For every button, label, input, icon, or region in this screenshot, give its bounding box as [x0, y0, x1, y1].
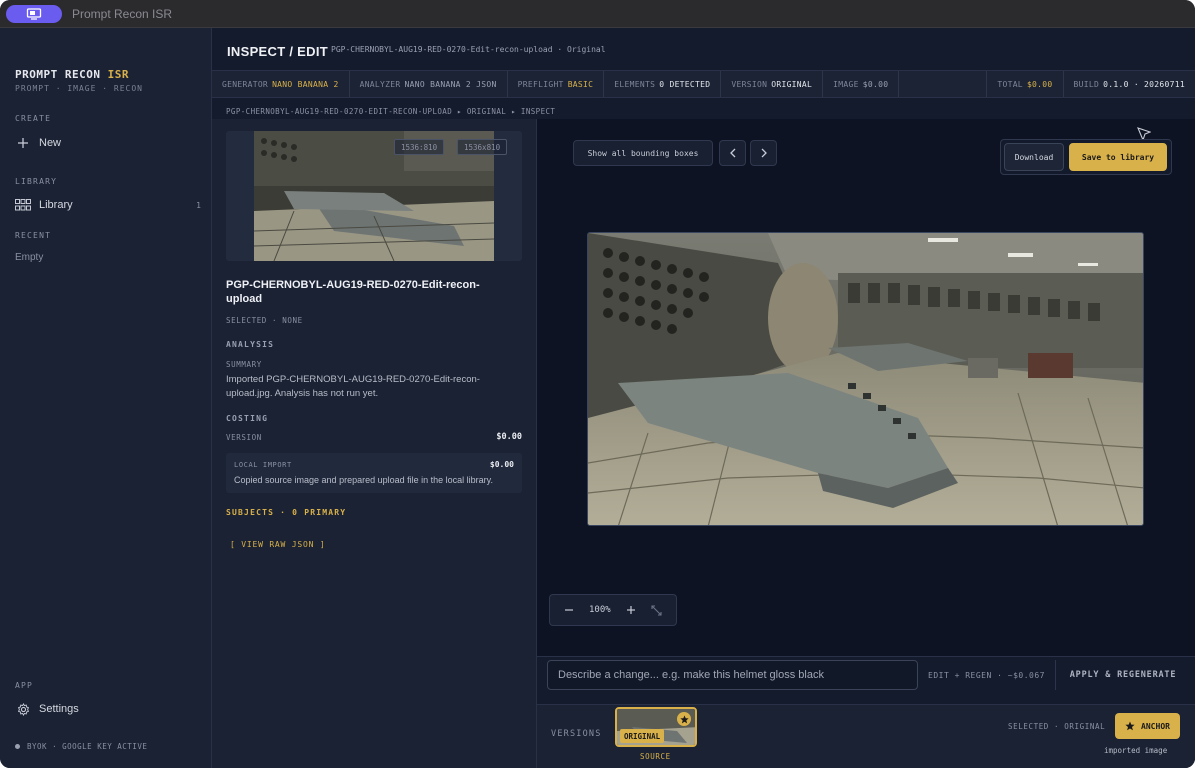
- download-button[interactable]: Download: [1004, 143, 1064, 171]
- fit-screen-button[interactable]: [651, 604, 662, 616]
- selected-version: SELECTED · ORIGINAL: [1008, 722, 1106, 731]
- local-import-card: LOCAL IMPORT $0.00 Copied source image a…: [226, 453, 522, 493]
- apply-regenerate-button[interactable]: APPLY & REGENERATE: [1055, 660, 1190, 690]
- star-icon: [1125, 721, 1135, 731]
- app-heading: APP: [15, 681, 34, 690]
- size-badge: 1536x810: [457, 139, 508, 155]
- status-version: VERSION ORIGINAL: [721, 71, 824, 97]
- window-title: Prompt Recon ISR: [72, 7, 173, 21]
- anchor-button[interactable]: ANCHOR: [1115, 713, 1180, 739]
- local-import-desc: Copied source image and prepared upload …: [234, 475, 493, 485]
- main-area: INSPECT / EDIT PGP-CHERNOBYL-AUG19-RED-0…: [212, 28, 1195, 768]
- view-raw-json-link[interactable]: [ VIEW RAW JSON ]: [230, 540, 325, 549]
- brand-name: PROMPT RECON ISR: [15, 68, 129, 81]
- chevron-left-icon: [729, 148, 735, 158]
- selected-status: SELECTED · NONE: [226, 316, 303, 325]
- original-badge: ORIGINAL: [620, 729, 665, 743]
- version-cost-row: VERSION $0.00: [226, 432, 522, 442]
- change-prompt-input[interactable]: [547, 660, 918, 690]
- versions-label: VERSIONS: [551, 729, 602, 739]
- status-preflight: PREFLIGHT BASIC: [508, 71, 605, 97]
- library-heading: LIBRARY: [15, 177, 58, 186]
- local-import-label: LOCAL IMPORT: [234, 461, 292, 469]
- action-group: Download Save to library: [1000, 139, 1172, 175]
- image-viewer: Show all bounding boxes Download Save to…: [537, 119, 1195, 656]
- grid-icon: [15, 197, 31, 213]
- sidebar-item-label: Library: [39, 199, 73, 211]
- prompt-bar: EDIT + REGEN · ~$0.067 APPLY & REGENERAT…: [537, 656, 1195, 704]
- page-subtitle: PGP-CHERNOBYL-AUG19-RED-0270-Edit-recon-…: [331, 45, 606, 54]
- expand-icon: [651, 604, 662, 616]
- version-cost-label: VERSION: [226, 432, 262, 442]
- analysis-heading: ANALYSIS: [226, 340, 275, 349]
- version-cost-value: $0.00: [496, 432, 522, 442]
- costing-heading: COSTING: [226, 414, 269, 423]
- next-button[interactable]: [750, 140, 777, 166]
- sidebar-item-label: New: [39, 137, 62, 149]
- plus-icon: [15, 135, 31, 151]
- recent-heading: RECENT: [15, 231, 52, 240]
- app-tab[interactable]: [6, 5, 62, 23]
- status-analyzer: ANALYZER NANO BANANA 2 JSON: [350, 71, 508, 97]
- subjects-heading[interactable]: SUBJECTS · 0 PRIMARY: [226, 508, 346, 517]
- main-image[interactable]: [587, 232, 1144, 526]
- aspect-badge: 1536:810: [394, 139, 445, 155]
- status-build: BUILD 0.1.0 · 20260711: [1073, 79, 1185, 89]
- status-generator: GENERATOR NANO BANANA 2: [212, 71, 350, 97]
- anchor-label: ANCHOR: [1141, 721, 1170, 731]
- status-dot: [15, 744, 20, 749]
- sidebar-item-label: Settings: [39, 703, 79, 715]
- recent-empty: Empty: [15, 252, 44, 263]
- byok-status: BYOK · GOOGLE KEY ACTIVE: [15, 742, 147, 751]
- asset-title: PGP-CHERNOBYL-AUG19-RED-0270-Edit-recon-…: [226, 279, 480, 305]
- zoom-controls: 100%: [549, 594, 677, 626]
- imported-note: imported image: [1104, 746, 1168, 755]
- edit-cost: EDIT + REGEN · ~$0.067: [928, 671, 1045, 680]
- sidebar: PROMPT RECON ISR PROMPT · IMAGE · RECON …: [0, 28, 212, 768]
- page-title: INSPECT / EDIT: [227, 44, 328, 59]
- summary-text: Imported PGP-CHERNOBYL-AUG19-RED-0270-Ed…: [226, 374, 480, 399]
- gear-icon: [15, 701, 31, 717]
- zoom-out-button[interactable]: [564, 605, 574, 615]
- breadcrumb: PGP-CHERNOBYL-AUG19-RED-0270-EDIT-RECON-…: [226, 107, 556, 116]
- status-image: IMAGE $0.00: [823, 71, 900, 97]
- zoom-level: 100%: [588, 605, 611, 615]
- create-heading: CREATE: [15, 114, 52, 123]
- save-to-library-button[interactable]: Save to library: [1069, 143, 1167, 171]
- star-icon: [677, 712, 691, 726]
- prev-button[interactable]: [719, 140, 746, 166]
- zoom-in-button[interactable]: [626, 605, 636, 615]
- status-elements: ELEMENTS 0 DETECTED: [604, 71, 722, 97]
- monitor-icon: [26, 8, 42, 20]
- detail-panel: 1536:810 1536x810 PGP-CHERNOBYL-AUG19-RE…: [212, 119, 537, 768]
- brand-tagline: PROMPT · IMAGE · RECON: [15, 84, 143, 93]
- asset-thumbnail[interactable]: 1536:810 1536x810: [226, 131, 522, 261]
- status-bar: GENERATOR NANO BANANA 2 ANALYZER NANO BANA…: [212, 70, 1195, 98]
- chevron-right-icon: [761, 148, 767, 158]
- local-import-cost: $0.00: [489, 460, 514, 469]
- library-count: 1: [196, 200, 201, 210]
- app-window: Prompt Recon ISR PROMPT RECON ISR PROMPT…: [0, 0, 1195, 768]
- show-bounding-boxes-button[interactable]: Show all bounding boxes: [573, 140, 713, 166]
- status-total: TOTAL $0.00: [986, 71, 1064, 97]
- minus-icon: [564, 609, 573, 611]
- sidebar-item-settings[interactable]: Settings: [15, 698, 201, 720]
- title-bar: Prompt Recon ISR: [0, 0, 1195, 28]
- header: INSPECT / EDIT PGP-CHERNOBYL-AUG19-RED-0…: [212, 28, 1195, 70]
- control-room-image: [588, 233, 1143, 525]
- version-source-label: SOURCE: [640, 752, 671, 761]
- sidebar-item-new[interactable]: New: [15, 132, 201, 154]
- versions-bar: VERSIONS ORIGINAL SOURCE SELECTED · ORIG…: [537, 704, 1195, 768]
- plus-icon: [627, 606, 635, 614]
- sidebar-item-library[interactable]: Library 1: [15, 194, 201, 216]
- version-thumbnail-original[interactable]: ORIGINAL: [615, 707, 697, 747]
- summary-label: SUMMARY: [226, 360, 262, 369]
